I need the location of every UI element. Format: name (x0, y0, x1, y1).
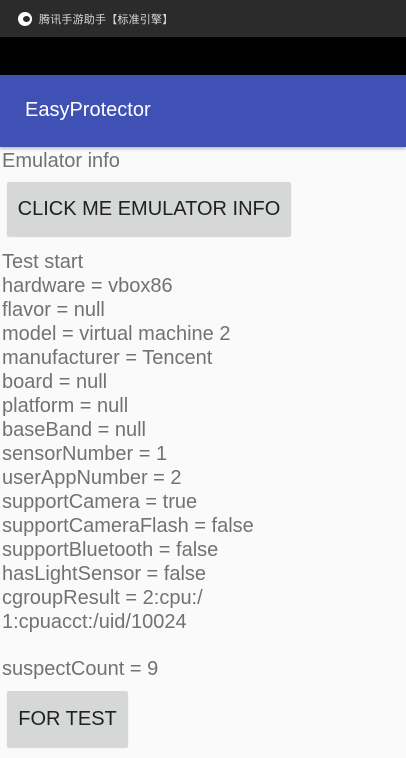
emulator-title-bar: 腾讯手游助手【标准引擎】 (0, 0, 406, 37)
info-line: supportCamera = true (2, 491, 198, 513)
info-line: flavor = null (2, 299, 105, 321)
emulator-window-title: 腾讯手游助手【标准引擎】 (39, 12, 174, 26)
info-line: hasLightSensor = false (2, 563, 207, 585)
for-test-button[interactable]: FOR TEST (7, 691, 128, 747)
section-label-emulator-info: Emulator info (2, 150, 120, 172)
info-line: userAppNumber = 2 (2, 467, 182, 489)
info-line: supportBluetooth = false (2, 539, 219, 561)
tencent-gamebuddy-icon (18, 11, 32, 26)
suspect-count: suspectCount = 9 (2, 658, 159, 680)
app-bar: EasyProtector (0, 75, 406, 147)
android-status-bar (0, 37, 406, 75)
info-line: model = virtual machine 2 (2, 323, 231, 345)
info-line: baseBand = null (2, 419, 147, 441)
info-line: 1:cpuacct:/uid/10024 (2, 611, 187, 633)
info-line: platform = null (2, 395, 129, 417)
info-line: cgroupResult = 2:cpu:/ (2, 587, 203, 609)
info-line: Test start (2, 251, 84, 273)
info-line: supportCameraFlash = false (2, 515, 254, 537)
info-line: sensorNumber = 1 (2, 443, 168, 465)
info-line: manufacturer = Tencent (2, 347, 213, 369)
info-line: board = null (2, 371, 108, 393)
emulator-info-button[interactable]: CLICK ME EMULATOR INFO (7, 182, 291, 236)
emulator-info-output: Test start hardware = vbox86 flavor = nu… (2, 250, 402, 634)
main-content[interactable]: Emulator info CLICK ME EMULATOR INFO Tes… (0, 147, 406, 758)
app-title: EasyProtector (25, 99, 151, 121)
info-line: hardware = vbox86 (2, 275, 173, 297)
